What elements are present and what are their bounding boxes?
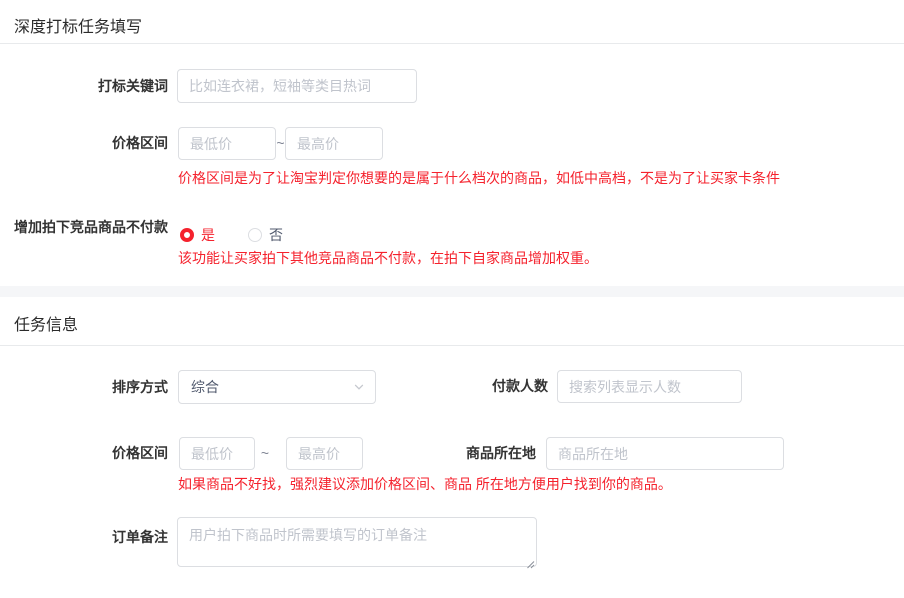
- task-max-price-input[interactable]: [286, 437, 363, 470]
- sort-label: 排序方式: [0, 370, 168, 404]
- task-price-range-label: 价格区间: [0, 437, 168, 470]
- task-min-price-input[interactable]: [179, 437, 255, 470]
- radio-selected-icon: [180, 228, 194, 242]
- pay-count-label: 付款人数: [420, 370, 548, 403]
- keyword-label: 打标关键词: [0, 69, 168, 103]
- price-range-label: 价格区间: [0, 127, 168, 160]
- price-range-separator: ~: [276, 127, 285, 160]
- section-separator: [0, 286, 904, 297]
- task-price-range-separator: ~: [259, 437, 271, 470]
- resize-handle-icon[interactable]: [526, 556, 535, 565]
- sort-select[interactable]: 综合: [178, 370, 376, 404]
- sort-select-value: 综合: [191, 377, 219, 397]
- section-title-task: 任务信息: [14, 311, 78, 335]
- order-note-label: 订单备注: [0, 527, 168, 547]
- section-title-marking: 深度打标任务填写: [14, 13, 142, 37]
- task-price-range-hint: 如果商品不好找，强烈建议添加价格区间、商品 所在地方便用户找到你的商品。: [178, 474, 672, 494]
- max-price-input[interactable]: [285, 127, 383, 160]
- location-input[interactable]: [546, 437, 784, 470]
- radio-option-no[interactable]: 否: [248, 225, 283, 245]
- page: 深度打标任务填写 打标关键词 价格区间 ~ 价格区间是为了让淘宝判定你想要的是属…: [0, 0, 904, 598]
- min-price-input[interactable]: [178, 127, 276, 160]
- radio-option-yes[interactable]: 是: [180, 225, 215, 245]
- location-label: 商品所在地: [408, 437, 536, 470]
- chevron-down-icon: [353, 381, 365, 393]
- radio-option-yes-label: 是: [201, 225, 215, 245]
- competitor-label: 增加拍下竞品商品不付款: [0, 218, 168, 236]
- divider: [0, 43, 904, 44]
- order-note-textarea[interactable]: [177, 517, 537, 567]
- price-range-hint: 价格区间是为了让淘宝判定你想要的是属于什么档次的商品，如低中高档，不是为了让买家…: [178, 168, 780, 188]
- competitor-hint: 该功能让买家拍下其他竞品商品不付款，在拍下自家商品增加权重。: [178, 248, 598, 268]
- radio-unselected-icon: [248, 228, 262, 242]
- divider: [0, 345, 904, 346]
- radio-option-no-label: 否: [269, 225, 283, 245]
- keyword-input[interactable]: [177, 69, 417, 103]
- pay-count-input[interactable]: [557, 370, 742, 403]
